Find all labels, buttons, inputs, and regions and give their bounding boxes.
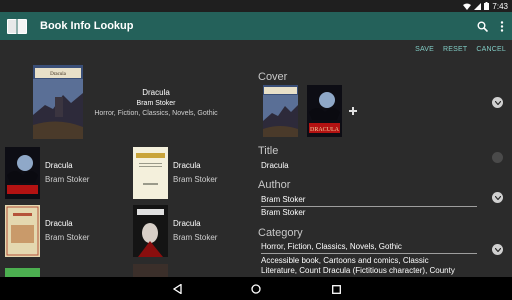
result-title: Dracula — [173, 161, 201, 170]
author-field-underline — [261, 206, 477, 207]
app-title: Book Info Lookup — [40, 20, 134, 32]
author-label: Author — [258, 179, 291, 191]
result-author: Bram Stoker — [45, 233, 90, 242]
navigation-bar — [0, 277, 512, 300]
recents-button[interactable] — [329, 282, 343, 296]
author-field[interactable]: Bram Stoker — [261, 195, 305, 204]
result-item[interactable]: Dracula Bram Stoker — [5, 147, 89, 199]
book-thumbnail — [133, 147, 168, 199]
back-button[interactable] — [170, 282, 184, 296]
book-thumbnail — [5, 205, 40, 257]
chevron-down-icon — [494, 100, 501, 105]
result-item[interactable]: Dracula Bram Stoker — [133, 147, 217, 199]
action-row: SAVE RESET CANCEL — [415, 46, 506, 53]
status-time: 7:43 — [492, 1, 508, 11]
back-icon — [172, 284, 182, 294]
result-author: Bram Stoker — [173, 233, 218, 242]
featured-book-cover[interactable]: Dracula — [33, 65, 83, 139]
result-title: Dracula — [173, 219, 201, 228]
result-item[interactable]: Dracula Bram Stoker — [5, 205, 89, 257]
save-button[interactable]: SAVE — [415, 46, 434, 53]
partial-result-thumb[interactable] — [133, 264, 168, 277]
partial-result-thumb[interactable] — [5, 268, 40, 277]
plus-icon[interactable] — [349, 107, 357, 115]
cover-option-1[interactable] — [263, 85, 298, 137]
chevron-down-icon — [494, 195, 501, 200]
result-title: Dracula — [45, 161, 73, 170]
author-option[interactable]: Bram Stoker — [261, 208, 305, 217]
featured-author: Bram Stoker — [136, 100, 176, 107]
wifi-icon — [463, 3, 472, 10]
book-logo-icon — [7, 19, 27, 34]
home-button[interactable] — [249, 282, 263, 296]
category-option-line1[interactable]: Accessible book, Cartoons and comics, Cl… — [261, 256, 429, 265]
result-item[interactable]: Dracula Bram Stoker — [133, 205, 217, 257]
cover-option-2-title: DRACULA — [310, 127, 340, 133]
featured-book-info: Dracula Bram Stoker Horror, Fiction, Cla… — [86, 88, 226, 117]
featured-cover-title: Dracula — [50, 72, 67, 77]
cancel-button[interactable]: CANCEL — [476, 46, 506, 53]
result-author: Bram Stoker — [45, 175, 90, 184]
recents-icon — [331, 284, 341, 294]
category-field-underline — [261, 253, 477, 254]
title-label: Title — [258, 145, 279, 157]
cover-option-2[interactable]: DRACULA — [307, 85, 342, 137]
book-thumbnail — [5, 147, 40, 199]
cover-dropdown-button[interactable] — [492, 97, 503, 108]
reset-button[interactable]: RESET — [443, 46, 467, 53]
featured-genres: Horror, Fiction, Classics, Novels, Gothi… — [94, 110, 218, 117]
book-thumbnail — [133, 205, 168, 257]
category-dropdown-button[interactable] — [492, 244, 503, 255]
search-icon[interactable] — [477, 21, 488, 32]
cover-label: Cover — [258, 71, 288, 83]
author-dropdown-button[interactable] — [492, 192, 503, 203]
status-bar: 7:43 — [0, 0, 512, 12]
result-title: Dracula — [45, 219, 73, 228]
chevron-down-icon — [494, 247, 501, 252]
category-label: Category — [258, 227, 303, 239]
title-dropdown-button[interactable] — [492, 152, 503, 163]
title-field[interactable]: Dracula — [261, 161, 289, 170]
category-field[interactable]: Horror, Fiction, Classics, Novels, Gothi… — [261, 242, 402, 251]
featured-title: Dracula — [142, 88, 170, 97]
status-icons: 7:43 — [463, 0, 508, 12]
signal-icon — [474, 2, 482, 10]
category-option-line2[interactable]: Literature, Count Dracula (Fictitious ch… — [261, 266, 455, 275]
result-author: Bram Stoker — [173, 175, 218, 184]
home-icon — [251, 284, 261, 294]
more-vert-icon[interactable] — [500, 20, 504, 32]
app-bar: Book Info Lookup — [0, 12, 512, 40]
battery-icon — [484, 2, 490, 10]
